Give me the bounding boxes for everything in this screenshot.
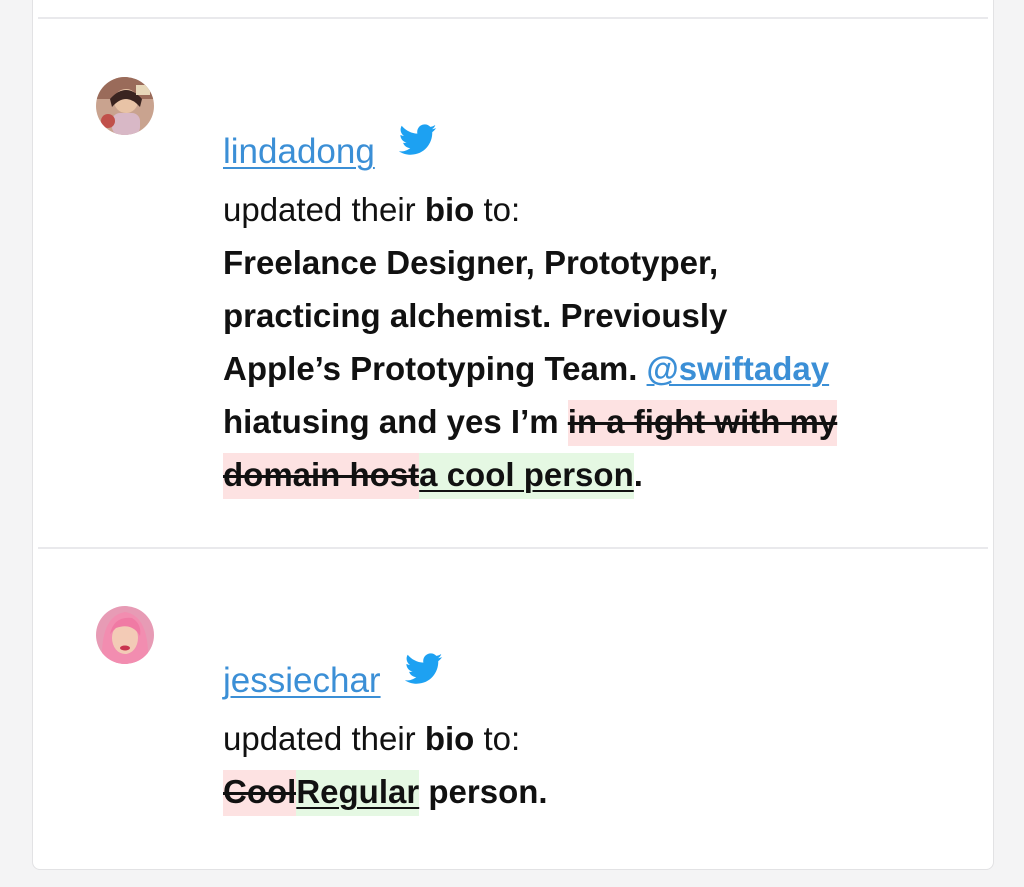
action-text: updated their bio to:: [223, 184, 953, 236]
bio-text: hiatusing and yes I’m: [223, 403, 568, 440]
action-suffix: to:: [474, 191, 521, 228]
added-text: a cool person: [419, 453, 634, 499]
bio-text: Apple’s Prototyping Team.: [223, 350, 647, 387]
bio-text: person.: [419, 773, 548, 810]
avatar-lindadong[interactable]: [96, 77, 154, 135]
bio-diff: CoolRegular person.: [223, 765, 953, 818]
action-text: updated their bio to:: [223, 713, 953, 765]
action-field: bio: [424, 191, 475, 228]
bio-line: hiatusing and yes I’m in a fight with my…: [223, 395, 953, 501]
avatar-image: [96, 606, 154, 664]
entry-divider: [38, 547, 988, 549]
twitter-bird-icon[interactable]: [398, 124, 437, 156]
activity-entry: jessiechar updated their bio to: CoolReg…: [223, 653, 953, 818]
bio-line: CoolRegular person.: [223, 765, 953, 818]
removed-text: Cool: [223, 770, 297, 816]
action-prefix: updated their: [223, 191, 425, 228]
username-link[interactable]: lindadong: [223, 130, 375, 174]
mention-link[interactable]: @swiftaday: [647, 350, 830, 387]
bio-end: .: [633, 456, 643, 493]
activity-entry: lindadong updated their bio to: Freelanc…: [223, 124, 953, 501]
avatar-jessiechar[interactable]: [96, 606, 154, 664]
action-prefix: updated their: [223, 720, 425, 757]
bio-diff: Freelance Designer, Prototyper, practici…: [223, 236, 953, 501]
bio-line: Freelance Designer, Prototyper,: [223, 244, 719, 281]
username-link[interactable]: jessiechar: [223, 659, 381, 703]
avatar-image: [96, 77, 154, 135]
bio-line: practicing alchemist. Previously: [223, 297, 728, 334]
action-suffix: to:: [474, 720, 521, 757]
added-text: Regular: [296, 770, 420, 816]
entry-header: jessiechar: [223, 653, 953, 713]
action-field: bio: [424, 720, 475, 757]
top-divider: [38, 17, 988, 19]
bio-line: Apple’s Prototyping Team. @swiftaday: [223, 342, 953, 395]
twitter-bird-icon[interactable]: [404, 653, 443, 685]
entry-header: lindadong: [223, 124, 953, 184]
